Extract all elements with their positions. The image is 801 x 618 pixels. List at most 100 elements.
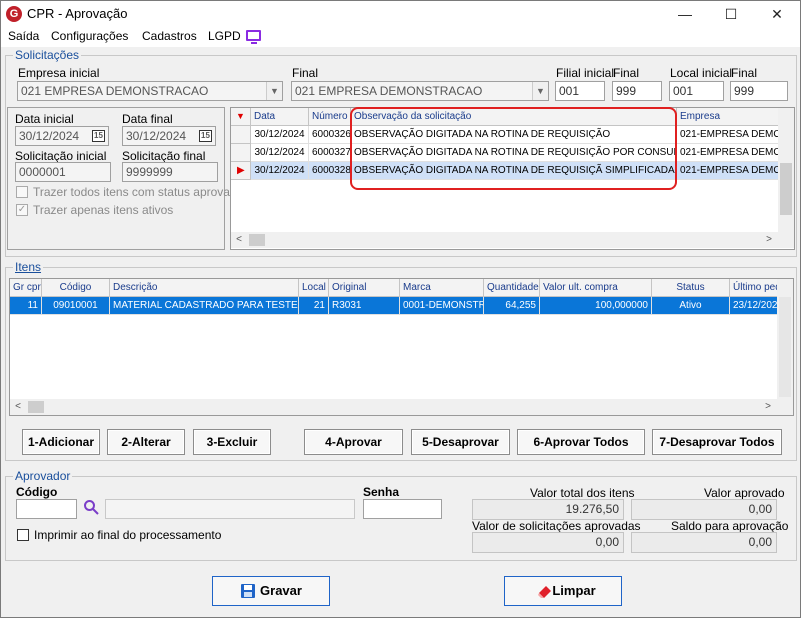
vertical-scrollbar[interactable] (778, 108, 794, 233)
cell-ultimo-ped[interactable]: 23/12/2024 (730, 297, 778, 315)
menu-cadastros[interactable]: Cadastros (142, 29, 197, 43)
menu-lgpd[interactable]: LGPD (208, 29, 241, 43)
cell-numero[interactable]: 6000326 (309, 126, 351, 144)
filial-inicial-input[interactable]: 001 (555, 81, 605, 101)
chk-imprimir[interactable] (17, 529, 29, 541)
aprovar-button[interactable]: 4-Aprovar (304, 429, 403, 455)
scroll-thumb[interactable] (249, 234, 265, 246)
data-final-label: Data final (122, 112, 173, 126)
chevron-down-icon[interactable]: ▼ (266, 82, 282, 100)
scroll-thumb[interactable] (28, 401, 44, 413)
data-inicial-value: 30/12/2024 (19, 129, 80, 143)
data-inicial-label: Data inicial (15, 112, 74, 126)
codigo-input[interactable] (16, 499, 77, 519)
menu-saida[interactable]: Saída (8, 29, 39, 43)
col-codigo[interactable]: Código (42, 279, 110, 297)
col-status[interactable]: Status (652, 279, 730, 297)
cell-empresa[interactable]: 021-EMPRESA DEMON (677, 126, 779, 144)
cell-valor-ult-compra[interactable]: 100,000000 (540, 297, 652, 315)
col-ultimo-ped[interactable]: Último ped (730, 279, 778, 297)
cell-data[interactable]: 30/12/2024 (251, 126, 309, 144)
current-row-arrow-icon: ▶ (237, 165, 245, 176)
vertical-scrollbar[interactable] (777, 279, 793, 399)
cell-original[interactable]: R3031 (329, 297, 400, 315)
alterar-button[interactable]: 2-Alterar (107, 429, 185, 455)
col-empresa[interactable]: Empresa (677, 108, 779, 126)
maximize-button[interactable]: ☐ (708, 1, 754, 27)
empresa-inicial-combo[interactable]: 021 EMPRESA DEMONSTRACAO ▼ (17, 81, 283, 101)
cell-data[interactable]: 30/12/2024 (251, 144, 309, 162)
highlight-observacao-box (350, 107, 677, 190)
row-indicator[interactable] (231, 144, 251, 162)
solic-final-label: Solicitação final (122, 149, 206, 163)
valor-total-value: 19.276,50 (472, 499, 624, 520)
cell-data[interactable]: 30/12/2024 (251, 162, 309, 180)
col-original[interactable]: Original (329, 279, 400, 297)
sort-down-icon[interactable]: ▼ (236, 111, 245, 121)
title-bar: G CPR - Aprovação — ☐ ✕ (1, 1, 800, 27)
col-numero[interactable]: Número (309, 108, 351, 126)
local-inicial-input[interactable]: 001 (669, 81, 724, 101)
cell-quantidade[interactable]: 64,255 (484, 297, 540, 315)
excluir-button[interactable]: 3-Excluir (193, 429, 271, 455)
chevron-down-icon[interactable]: ▼ (532, 82, 548, 100)
cell-marca[interactable]: 0001-DEMONSTRA (400, 297, 484, 315)
chk-itens-aprovados[interactable] (16, 186, 28, 198)
col-valor-ult-compra[interactable]: Valor ult. compra (540, 279, 652, 297)
empresa-inicial-label: Empresa inicial (18, 66, 100, 80)
gravar-button[interactable]: Gravar (212, 576, 330, 606)
solic-inicial-input[interactable]: 0000001 (15, 162, 111, 182)
scroll-left-icon[interactable]: < (10, 399, 26, 415)
aprovar-todos-button[interactable]: 6-Aprovar Todos (517, 429, 645, 455)
desaprovar-button[interactable]: 5-Desaprovar (411, 429, 510, 455)
senha-input[interactable] (363, 499, 442, 519)
data-final-input[interactable]: 30/12/2024 15 (122, 126, 216, 146)
scroll-left-icon[interactable]: < (231, 232, 247, 248)
close-button[interactable]: ✕ (754, 1, 800, 27)
monitor-icon[interactable] (246, 30, 261, 44)
col-gr-cpr[interactable]: Gr cpr (10, 279, 42, 297)
limpar-button[interactable]: Limpar (504, 576, 622, 606)
col-data[interactable]: Data (251, 108, 309, 126)
cell-descricao[interactable]: MATERIAL CADASTRADO PARA TESTES (110, 297, 299, 315)
horizontal-scrollbar[interactable]: < > (10, 399, 793, 415)
window-title: CPR - Aprovação (27, 6, 128, 21)
cell-empresa[interactable]: 021-EMPRESA DEMON (677, 162, 779, 180)
adicionar-button[interactable]: 1-Adicionar (22, 429, 100, 455)
menu-configuracoes[interactable]: Configurações (51, 29, 128, 43)
chk-itens-aprovados-label: Trazer todos itens com status aprovado (33, 185, 244, 199)
solic-final-input[interactable]: 9999999 (122, 162, 218, 182)
col-local[interactable]: Local (299, 279, 329, 297)
cell-numero[interactable]: 6000328 (309, 162, 351, 180)
minimize-button[interactable]: — (662, 1, 708, 27)
scroll-right-icon[interactable]: > (761, 232, 777, 248)
senha-label: Senha (363, 485, 400, 499)
horizontal-scrollbar[interactable]: < > (231, 232, 794, 248)
search-icon[interactable] (83, 499, 99, 515)
cell-codigo[interactable]: 09010001 (42, 297, 110, 315)
col-quantidade[interactable]: Quantidade (484, 279, 540, 297)
cell-status[interactable]: Ativo (652, 297, 730, 315)
cell-numero[interactable]: 6000327 (309, 144, 351, 162)
cell-local[interactable]: 21 (299, 297, 329, 315)
cell-empresa[interactable]: 021-EMPRESA DEMON (677, 144, 779, 162)
row-indicator[interactable] (231, 126, 251, 144)
calendar-icon[interactable]: 15 (199, 130, 212, 142)
col-marca[interactable]: Marca (400, 279, 484, 297)
data-inicial-input[interactable]: 30/12/2024 15 (15, 126, 109, 146)
desaprovar-todos-button[interactable]: 7-Desaprovar Todos (652, 429, 782, 455)
empresa-inicial-value: 021 EMPRESA DEMONSTRACAO (21, 84, 209, 98)
empresa-final-combo[interactable]: 021 EMPRESA DEMONSTRACAO ▼ (291, 81, 549, 101)
chk-itens-ativos[interactable]: ✓ (16, 204, 28, 216)
aprovador-legend: Aprovador (13, 469, 73, 483)
scroll-right-icon[interactable]: > (760, 399, 776, 415)
filial-final-input[interactable]: 999 (612, 81, 662, 101)
row-indicator-current[interactable]: ▶ (231, 162, 251, 180)
calendar-icon[interactable]: 15 (92, 130, 105, 142)
col-descricao[interactable]: Descrição (110, 279, 299, 297)
local-final-input[interactable]: 999 (730, 81, 788, 101)
scroll-thumb[interactable] (780, 163, 792, 215)
cell-gr-cpr[interactable]: 11 (10, 297, 42, 315)
valor-solic-aprov-value: 0,00 (472, 532, 624, 553)
aprovador-nome-field (105, 499, 355, 519)
